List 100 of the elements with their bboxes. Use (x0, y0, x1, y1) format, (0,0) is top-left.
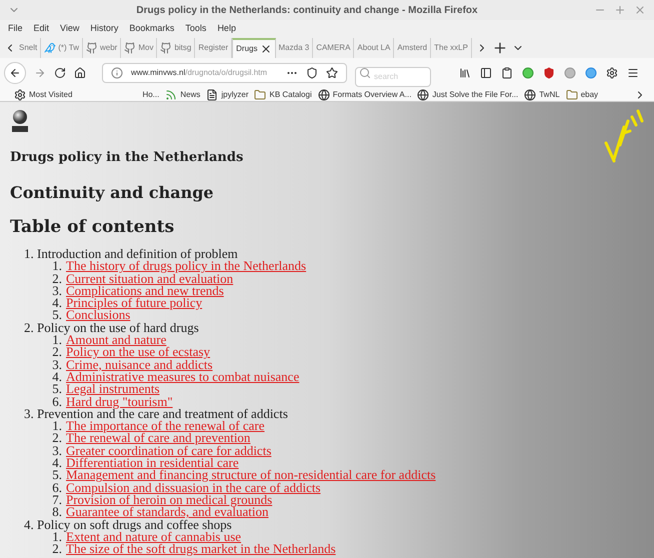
toc-link[interactable]: The size of the soft drugs market in the Netherlands (66, 543, 336, 556)
star-icon[interactable] (326, 67, 338, 79)
page-icon (206, 88, 218, 100)
item-number: 1. (52, 420, 62, 432)
globe-icon (524, 88, 536, 100)
toc-link[interactable]: The history of drugs policy in the Netherlands (66, 260, 306, 273)
item-number: 5. (51, 309, 62, 322)
page-subtitle: Drugs policy in the Netherlands (10, 149, 244, 167)
folder-icon (566, 88, 578, 100)
toc-link[interactable]: Greater coordination of care for addicts (66, 444, 272, 458)
bookmark-item[interactable]: jpylyzer (206, 88, 248, 100)
item-number: 4. (51, 457, 62, 470)
extension-icon[interactable] (564, 67, 576, 79)
clipboard-icon[interactable] (501, 67, 513, 79)
item-number: 1. (52, 530, 62, 544)
item-number: 5. (51, 469, 62, 482)
new-tab-icon[interactable] (492, 40, 508, 56)
item-number: 4. (51, 370, 62, 384)
item-number: 4. (51, 297, 62, 310)
home-icon[interactable] (74, 67, 86, 79)
github-icon (86, 42, 98, 54)
toc-link[interactable]: Administrative measures to combat nuisance (66, 370, 300, 384)
bookmark-item[interactable]: KB Catalogi (254, 88, 312, 100)
bookmark-item[interactable]: TwNL (524, 88, 560, 100)
menu-item[interactable]: File (8, 22, 23, 36)
menu-icon[interactable] (627, 67, 639, 79)
sidebar-icon[interactable] (480, 67, 492, 79)
item-number: 7. (51, 494, 62, 506)
toc-link[interactable]: Conclusions (66, 309, 130, 322)
toc-link[interactable]: Compulsion and dissuasion in the care of addicts (66, 482, 321, 494)
item-number: 1. (52, 260, 62, 273)
menu-item[interactable]: Edit (34, 22, 50, 36)
folder-icon (254, 88, 266, 100)
toc-link[interactable]: Management and financing structure of non-residential care for addicts (66, 469, 436, 482)
item-number: 1. (52, 334, 62, 346)
item-number: 3. (51, 284, 62, 298)
item-number: 2. (51, 346, 62, 359)
menu-item[interactable]: History (90, 22, 118, 36)
toc-link[interactable]: Hard drug "tourism" (66, 396, 173, 408)
item-number: 5. (51, 383, 62, 396)
toc-link[interactable]: Principles of future policy (66, 297, 202, 310)
back-arrow-icon (9, 67, 21, 79)
section-title: 3. Prevention and the care and treatment of addicts (23, 408, 289, 420)
menu-item[interactable]: View (60, 22, 80, 36)
info-icon (111, 67, 123, 79)
shield-icon[interactable] (543, 67, 555, 79)
toc-link[interactable]: Legal instruments (66, 383, 160, 396)
section-title: 2. Policy on the use of hard drugs (23, 322, 200, 334)
search-icon (359, 67, 371, 79)
toc-link[interactable]: The renewal of care and prevention (66, 432, 250, 445)
menu-item[interactable]: Help (217, 22, 236, 36)
menu-item[interactable]: Bookmarks (129, 22, 174, 36)
library-icon[interactable] (459, 67, 471, 79)
item-number: 3. (51, 358, 62, 371)
item-number: 6. (51, 482, 62, 494)
bookmark-item[interactable]: ebay (566, 88, 598, 100)
toc-link[interactable]: Extent and nature of cannabis use (66, 530, 242, 544)
toc-link[interactable]: Policy on the use of ecstasy (66, 346, 210, 359)
item-number: 2. (51, 432, 62, 445)
back-button[interactable] (4, 62, 26, 84)
toc-link[interactable]: Current situation and evaluation (66, 272, 234, 285)
toc-link[interactable]: Complications and new trends (66, 284, 224, 298)
address-bar[interactable]: www.minvws.nl/drugnota/o/drugsil.htm (102, 63, 347, 83)
item-number: 6. (51, 396, 62, 408)
toc-link[interactable]: The importance of the renewal of care (66, 420, 265, 432)
gear-icon (14, 88, 26, 100)
gear-icon[interactable] (606, 67, 618, 79)
bookmark-item[interactable]: Ho... (142, 88, 160, 100)
bookmark-item[interactable]: Formats Overview A... (318, 88, 412, 100)
globe-logo-icon (10, 108, 30, 134)
feed-icon (165, 88, 178, 100)
page-heading: Continuity and change (10, 182, 215, 204)
forward-icon[interactable] (34, 67, 46, 79)
toc-link[interactable]: Amount and nature (66, 334, 166, 346)
section-title: 4. Policy on soft drugs and coffee shops (23, 518, 233, 531)
bookmark-item[interactable]: Just Solve the File For... (417, 88, 518, 100)
bird-icon (44, 42, 56, 54)
reload-icon[interactable] (54, 67, 66, 79)
menu-item[interactable]: Tools (185, 22, 206, 36)
item-number: 2. (51, 272, 62, 285)
item-number: 2. (51, 543, 62, 556)
globe-icon (318, 88, 330, 100)
extension-icon[interactable] (585, 67, 597, 79)
extension-icon[interactable] (522, 67, 534, 79)
github-icon (160, 42, 172, 54)
bookmark-item[interactable]: News (165, 88, 200, 100)
browser-tab[interactable]: Drugs (232, 38, 276, 58)
github-icon (124, 42, 136, 54)
toc-link[interactable]: Crime, nuisance and addicts (66, 358, 213, 371)
contents-heading: Table of contents (10, 216, 176, 238)
item-number: 8. (51, 506, 62, 519)
section-title: 1. Introduction and definition of problem (23, 248, 239, 260)
toc-link[interactable]: Guarantee of standards, and evaluation (66, 506, 269, 519)
item-number: 3. (51, 444, 62, 458)
toc-link[interactable]: Provision of heroin on medical grounds (66, 494, 272, 506)
globe-icon (417, 88, 430, 100)
window-title: Drugs policy in the Netherlands: continuity and change - Mozilla Firefox (135, 4, 479, 18)
close-tab-icon[interactable] (260, 43, 272, 55)
bookmark-item[interactable]: Most Visited (14, 88, 72, 100)
toc-link[interactable]: Differentiation in residential care (66, 457, 239, 470)
